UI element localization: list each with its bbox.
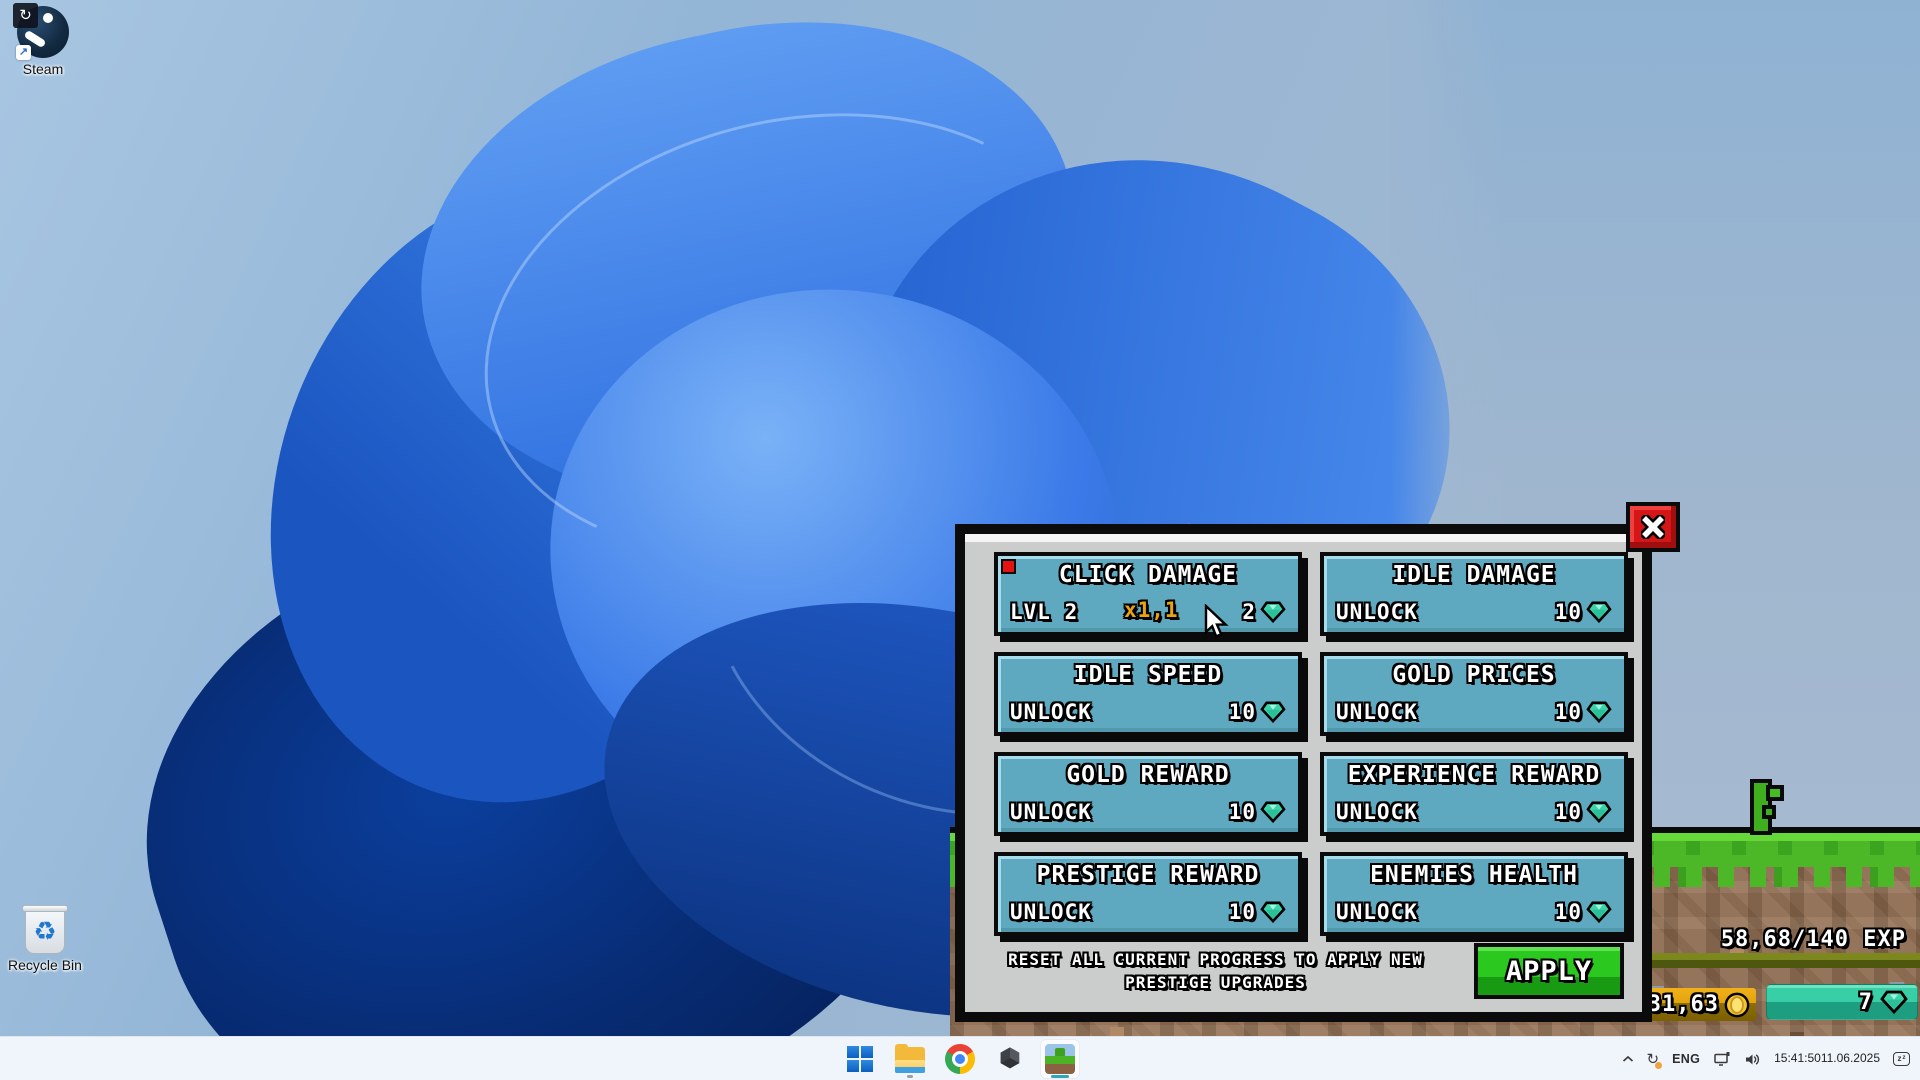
gem-icon [1880, 990, 1908, 1014]
mouse-cursor [1203, 604, 1229, 645]
panel-footer: RESET ALL CURRENT PROGRESS TO APPLY NEW … [993, 938, 1624, 1004]
upgrade-idle-damage[interactable]: IDLE DAMAGE UNLOCK 10 [1320, 552, 1628, 636]
gem-icon [1586, 601, 1612, 623]
upgrade-cost: 2 [1242, 600, 1256, 624]
prestige-panel: CLICK DAMAGE LVL 2 x1,1 2 IDLE DAMAGE UN… [955, 524, 1652, 1022]
active-indicator [1051, 1075, 1069, 1078]
tray-clock[interactable]: 15:41:50 11.06.2025 [1774, 1051, 1880, 1067]
upgrade-click-damage[interactable]: CLICK DAMAGE LVL 2 x1,1 2 [994, 552, 1302, 636]
chevron-up-icon [1622, 1055, 1634, 1063]
upgrade-status: UNLOCK [1336, 600, 1418, 624]
reset-warning: RESET ALL CURRENT PROGRESS TO APPLY NEW … [993, 948, 1438, 994]
upgrade-status: UNLOCK [1336, 800, 1418, 824]
upgrade-gold-reward[interactable]: GOLD REWARD UNLOCK 10 [994, 752, 1302, 836]
upgrade-title: IDLE SPEED [1010, 662, 1286, 688]
upgrade-status: UNLOCK [1336, 700, 1418, 724]
tray-notifications[interactable]: zz [1893, 1052, 1910, 1066]
gem-icon [1260, 701, 1286, 723]
gem-icon [1586, 801, 1612, 823]
exp-counter: 58,68/140 EXP [1721, 927, 1906, 952]
upgrade-multiplier: x1,1 [1124, 598, 1179, 622]
tray-time: 15:41:50 [1774, 1051, 1821, 1067]
upgrade-cost: 10 [1229, 700, 1256, 724]
gem-counter: 7 [1766, 984, 1918, 1020]
upgrade-gold-prices[interactable]: GOLD PRICES UNLOCK 10 [1320, 652, 1628, 736]
upgrade-cost: 10 [1555, 600, 1582, 624]
network-icon [1713, 1051, 1731, 1067]
gold-counter: 31,63 [1638, 988, 1756, 1021]
taskbar-unity[interactable] [990, 1039, 1030, 1079]
upgrade-title: GOLD REWARD [1010, 762, 1286, 788]
chrome-icon [945, 1044, 975, 1074]
upgrade-title: EXPERIENCE REWARD [1336, 762, 1612, 788]
system-tray: ↻ ENG 15:41:50 11.06.2025 [1622, 1037, 1910, 1080]
upgrade-grid: CLICK DAMAGE LVL 2 x1,1 2 IDLE DAMAGE UN… [994, 552, 1628, 936]
gem-amount: 7 [1859, 990, 1873, 1015]
upgrade-cost: 10 [1555, 900, 1582, 924]
sync-badge [1655, 1062, 1662, 1069]
upgrade-title: ENEMIES HEALTH [1336, 862, 1612, 888]
gem-icon [1260, 901, 1286, 923]
upgrade-cost: 10 [1229, 800, 1256, 824]
upgrade-title: PRESTIGE REWARD [1010, 862, 1286, 888]
taskbar-center [840, 1037, 1080, 1080]
apply-button[interactable]: APPLY [1474, 943, 1624, 999]
tray-sync[interactable]: ↻ [1647, 1050, 1660, 1068]
upgrade-idle-speed[interactable]: IDLE SPEED UNLOCK 10 [994, 652, 1302, 736]
close-icon [1641, 515, 1665, 539]
upgrade-title: GOLD PRICES [1336, 662, 1612, 688]
upgrade-status: UNLOCK [1010, 900, 1092, 924]
gem-icon [1260, 601, 1286, 623]
upgrade-title: CLICK DAMAGE [1010, 562, 1286, 588]
tray-network[interactable] [1713, 1051, 1731, 1067]
upgrade-status: UNLOCK [1336, 900, 1418, 924]
taskbar-chrome[interactable] [940, 1039, 980, 1079]
taskbar-pixel-game[interactable] [1040, 1039, 1080, 1079]
unity-icon [996, 1045, 1024, 1073]
upgrade-title: IDLE DAMAGE [1336, 562, 1612, 588]
taskbar: ↻ ENG 15:41:50 11.06.2025 [0, 1036, 1920, 1080]
start-button[interactable] [840, 1039, 880, 1079]
desktop: ↻ ↗ Steam ♻ Recycle Bin 58,68/140 EXP 31… [0, 0, 1920, 1080]
upgrade-prestige-reward[interactable]: PRESTIGE REWARD UNLOCK 10 [994, 852, 1302, 936]
gem-icon [1586, 901, 1612, 923]
speaker-icon [1744, 1052, 1761, 1067]
windows-icon [847, 1046, 873, 1072]
upgrade-enemies-health[interactable]: ENEMIES HEALTH UNLOCK 10 [1320, 852, 1628, 936]
reset-warning-line2: PRESTIGE UPGRADES [993, 971, 1438, 994]
pixel-game-icon [1045, 1044, 1075, 1074]
upgrade-cost: 10 [1555, 700, 1582, 724]
upgrade-active-indicator [1001, 559, 1016, 574]
upgrade-cost: 10 [1229, 900, 1256, 924]
coin-icon [1724, 992, 1750, 1018]
gold-amount: 31,63 [1648, 992, 1719, 1017]
apply-button-label: APPLY [1506, 956, 1592, 987]
do-not-disturb-icon: zz [1893, 1052, 1910, 1066]
tray-date: 11.06.2025 [1821, 1051, 1880, 1067]
gem-icon [1586, 701, 1612, 723]
taskbar-file-explorer[interactable] [890, 1039, 930, 1079]
reset-warning-line1: RESET ALL CURRENT PROGRESS TO APPLY NEW [993, 948, 1438, 971]
language-indicator[interactable]: ENG [1672, 1052, 1700, 1066]
gem-icon [1260, 801, 1286, 823]
close-button[interactable] [1626, 502, 1680, 552]
file-explorer-icon [895, 1047, 925, 1071]
upgrade-status: UNLOCK [1010, 700, 1092, 724]
upgrade-status: LVL 2 [1010, 600, 1078, 624]
upgrade-status: UNLOCK [1010, 800, 1092, 824]
tray-volume[interactable] [1744, 1052, 1761, 1067]
running-indicator [907, 1075, 913, 1078]
upgrade-experience-reward[interactable]: EXPERIENCE REWARD UNLOCK 10 [1320, 752, 1628, 836]
prestige-panel-body: CLICK DAMAGE LVL 2 x1,1 2 IDLE DAMAGE UN… [965, 534, 1642, 1012]
upgrade-cost: 10 [1555, 800, 1582, 824]
tray-chevron-up[interactable] [1622, 1055, 1634, 1063]
